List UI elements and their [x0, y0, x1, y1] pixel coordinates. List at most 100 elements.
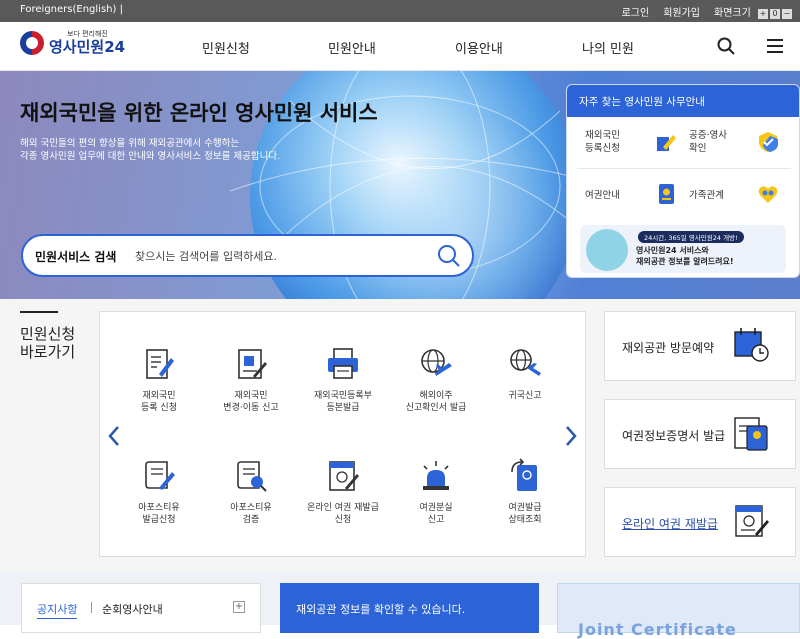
main-header: 보다 편리해진 영사민원24 민원신청 민원안내 이용안내 나의 민원 — [0, 22, 800, 71]
logo-title: 영사민원24 — [49, 38, 126, 56]
chevron-right-icon[interactable] — [563, 424, 579, 448]
globe-plane-icon — [421, 349, 452, 376]
printer-icon — [328, 348, 358, 379]
card-label: 재외공관 방문예약 — [622, 341, 715, 355]
panel-item-notary[interactable]: 공증·영사 확인 — [689, 129, 727, 155]
tab-separator — [91, 602, 92, 613]
joint-certificate-text: Joint Certificate — [578, 620, 737, 639]
shortcut-registration[interactable]: 재외국민 등록 신청 — [114, 346, 204, 414]
mascot-bunny-icon — [586, 229, 628, 271]
shortcut-label-line2: 등록 신청 — [141, 403, 177, 413]
panel-item-line1: 공증·영사 — [689, 130, 727, 141]
card-online-passport-reissue[interactable]: 온라인 여권 재발급 — [604, 487, 796, 557]
more-plus-icon[interactable]: + — [233, 601, 245, 613]
nav-apply[interactable]: 민원신청 — [202, 38, 250, 57]
joint-certificate-box[interactable]: Joint Certificate — [557, 583, 800, 639]
shortcut-label-line1: 여권발급 — [508, 503, 542, 513]
shortcut-emigration-report[interactable]: 해외이주 신고확인서 발급 — [391, 346, 481, 414]
site-logo[interactable]: 보다 편리해진 영사민원24 — [20, 31, 125, 55]
shortcut-apostille-apply[interactable]: 아포스티유 발급신청 — [114, 458, 204, 526]
shortcut-label-line2: 신고 — [427, 515, 445, 525]
nav-guide[interactable]: 민원안내 — [328, 38, 376, 57]
shortcut-label-line1: 여권분실 — [419, 503, 453, 513]
hamburger-menu-icon[interactable] — [765, 36, 785, 56]
shortcut-apostille-verify[interactable]: 아포스티유 검증 — [206, 458, 296, 526]
shortcuts-title-line1: 민원신청 — [20, 325, 76, 343]
nav-usage[interactable]: 이용안내 — [455, 38, 503, 57]
service-search-box: 민원서비스 검색 — [21, 234, 474, 277]
shortcuts-title: 민원신청 바로가기 — [20, 311, 76, 361]
card-passport-certificate[interactable]: 여권정보증명서 발급 — [604, 399, 796, 469]
shortcut-certificate-issue[interactable]: 재외국민등록부 등본발급 — [298, 346, 388, 414]
font-size-decrease-button[interactable]: − — [782, 9, 792, 19]
search-icon[interactable] — [716, 36, 736, 56]
font-size-reset-button[interactable]: 0 — [770, 9, 780, 19]
apostille-scroll-icon — [145, 461, 175, 490]
tab-consul-tour[interactable]: 순회영사안내 — [102, 601, 163, 617]
shortcut-label-line2: 발급신청 — [142, 515, 176, 525]
panel-title: 자주 찾는 영사민원 사무안내 — [567, 85, 799, 117]
shield-check-icon — [759, 132, 778, 152]
shortcut-label-line2: 등본발급 — [326, 403, 360, 413]
shortcut-label-line1: 재외국민등록부 — [314, 391, 372, 401]
mission-info-box[interactable]: 재외공관 정보를 확인할 수 있습니다. — [280, 583, 539, 633]
font-size-increase-button[interactable]: + — [758, 9, 768, 19]
font-size-control: 화면크기 + 0 − — [714, 4, 792, 19]
foreigners-english-link[interactable]: Foreigners(English) | — [20, 4, 123, 15]
nav-my-requests[interactable]: 나의 민원 — [582, 38, 634, 57]
shortcut-label-line2: 검증 — [242, 515, 260, 525]
search-submit-icon[interactable] — [436, 243, 462, 269]
service-promo-banner[interactable]: 24시간, 365일 영사민원24 개방! 영사민원24 서비스와 재외공관 정… — [580, 225, 786, 273]
hero-description-line1: 해외 국민들의 편의 향상을 위해 재외공관에서 수행하는 — [20, 138, 240, 149]
search-input[interactable] — [135, 246, 425, 266]
shortcut-change-report[interactable]: 재외국민 변경·이동 신고 — [206, 346, 296, 414]
family-heart-icon — [758, 186, 778, 203]
banner-line2: 재외공관 정보를 알려드려요! — [636, 257, 734, 266]
chevron-left-icon[interactable] — [106, 424, 122, 448]
font-size-label: 화면크기 — [714, 8, 751, 19]
shortcut-return-report[interactable]: 귀국신고 — [480, 346, 570, 402]
panel-item-registration[interactable]: 재외국민 등록신청 — [585, 129, 620, 155]
utility-bar: Foreigners(English) | 로그인 회원가입 화면크기 + 0 … — [0, 0, 800, 22]
signup-link[interactable]: 회원가입 — [663, 4, 700, 19]
shortcut-passport-status[interactable]: 여권발급 상태조회 — [480, 458, 570, 526]
card-visit-reservation[interactable]: 재외공관 방문예약 — [604, 311, 796, 381]
shortcut-label-line1: 아포스티유 — [230, 503, 272, 513]
hero-description-line2: 각종 영사민원 업무에 대한 안내와 영사서비스 정보를 제공합니다. — [20, 151, 281, 162]
globe-return-icon — [510, 349, 541, 376]
card-label: 여권정보증명서 발급 — [622, 429, 726, 443]
panel-item-family[interactable]: 가족관계 — [689, 189, 724, 202]
passport-status-icon — [511, 458, 537, 491]
login-link[interactable]: 로그인 — [622, 4, 650, 19]
logo-tagline: 보다 편리해진 — [67, 30, 108, 38]
tab-notice[interactable]: 공지사항 — [37, 601, 78, 619]
calendar-clock-icon — [734, 328, 769, 362]
shortcut-label-line2: 상태조회 — [508, 515, 542, 525]
registration-form-icon — [146, 349, 174, 379]
panel-item-passport[interactable]: 여권안내 — [585, 189, 620, 202]
passport-icon — [659, 184, 674, 204]
card-label: 온라인 여권 재발급 — [622, 517, 718, 531]
shortcut-label-line1: 아포스티유 — [138, 503, 180, 513]
alarm-light-icon — [423, 461, 449, 490]
shortcut-label-line2: 변경·이동 신고 — [223, 403, 279, 413]
frequent-services-panel: 자주 찾는 영사민원 사무안내 재외국민 등록신청 공증·영사 확인 여권안내 … — [566, 84, 800, 278]
shortcut-label-line1: 재외국민 — [142, 391, 176, 401]
hero-title: 재외국민을 위한 온라인 영사민원 서비스 — [20, 101, 378, 125]
banner-line1: 영사민원24 서비스와 — [636, 246, 709, 255]
notice-box: 공지사항 순회영사안내 + — [21, 583, 261, 633]
change-report-icon — [238, 349, 267, 379]
shortcuts-section: 민원신청 바로가기 재외국민 등록 신청 재외국민 변경·이동 신고 재외국민등… — [0, 299, 800, 571]
shortcut-online-passport[interactable]: 온라인 여권 재발급 신청 — [298, 458, 388, 526]
panel-item-line1: 재외국민 — [585, 130, 620, 141]
shortcut-label-line1: 해외이주 — [419, 391, 453, 401]
panel-item-line2: 등록신청 — [585, 143, 620, 154]
panel-item-line1: 가족관계 — [689, 190, 724, 201]
shortcut-label-line1: 온라인 여권 재발급 — [307, 503, 379, 513]
panel-item-line2: 확인 — [689, 143, 707, 154]
shortcuts-carousel: 재외국민 등록 신청 재외국민 변경·이동 신고 재외국민등록부 등본발급 해외… — [99, 311, 586, 557]
passport-certificate-icon — [734, 417, 768, 451]
shortcut-label-line2: 신고확인서 발급 — [405, 403, 467, 413]
shortcut-passport-loss[interactable]: 여권분실 신고 — [391, 458, 481, 526]
shortcuts-title-line2: 바로가기 — [20, 343, 76, 361]
